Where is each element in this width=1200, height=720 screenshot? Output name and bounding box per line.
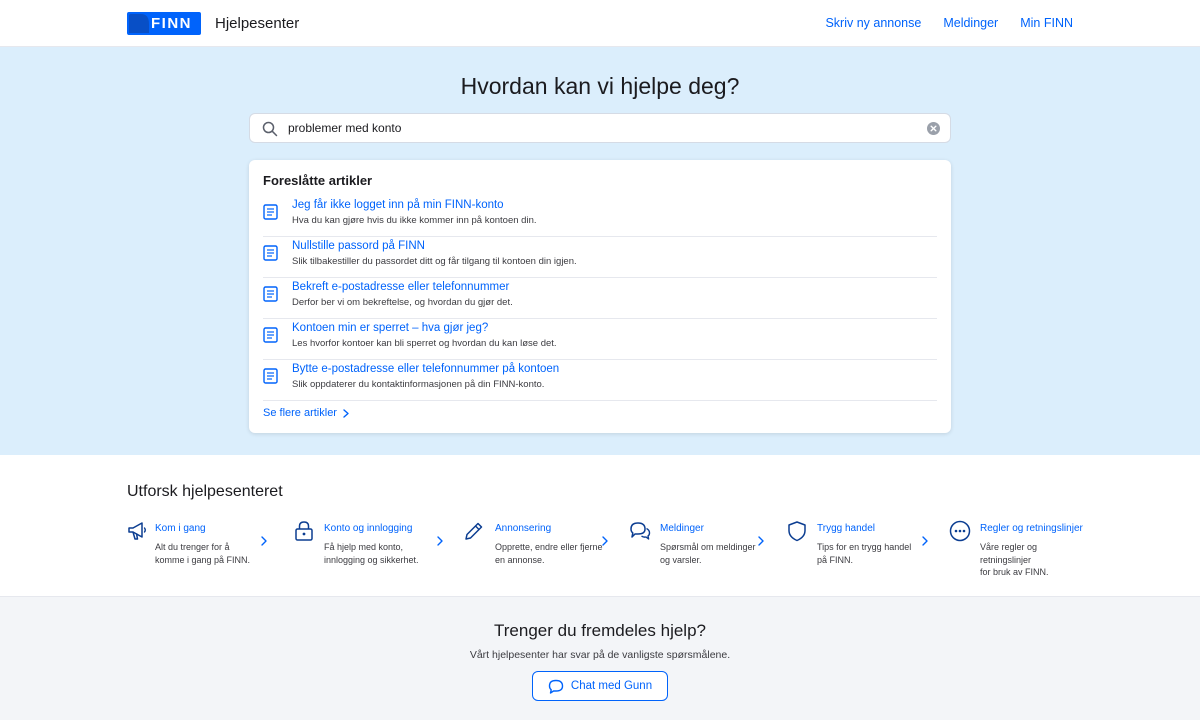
article-desc: Les hvorfor kontoer kan bli sperret og h…: [292, 338, 557, 349]
article-item[interactable]: Bytte e-postadresse eller telefonnummer …: [263, 360, 937, 401]
category-desc: Tips for en trygg handel på FINN.: [817, 542, 912, 565]
chevron-right-icon: [758, 536, 764, 546]
top-header: FINN Hjelpesenter Skriv ny annonse Meldi…: [0, 0, 1200, 47]
nav-new-ad[interactable]: Skriv ny annonse: [825, 16, 921, 30]
hero-title: Hvordan kan vi hjelpe deg?: [460, 73, 740, 99]
lock-icon: [295, 521, 313, 541]
category-rules[interactable]: Regler og retningslinjer Våre regler og …: [949, 518, 1087, 578]
site-title: Hjelpesenter: [215, 15, 300, 32]
category-safe-trade[interactable]: Trygg handel Tips for en trygg handel på…: [786, 518, 936, 578]
article-desc: Slik oppdaterer du kontaktinformasjonen …: [292, 379, 545, 390]
chevron-right-icon: [922, 536, 928, 546]
top-nav: Skriv ny annonse Meldinger Min FINN: [825, 16, 1073, 30]
category-desc: Opprette, endre eller fjerne en annonse.: [495, 542, 603, 565]
category-title: Trygg handel: [817, 523, 875, 534]
still-need-help-section: Trenger du fremdeles hjelp? Vårt hjelpes…: [0, 596, 1200, 720]
article-desc: Derfor ber vi om bekreftelse, og hvordan…: [292, 297, 513, 308]
nav-messages[interactable]: Meldinger: [943, 16, 998, 30]
article-item[interactable]: Bekreft e-postadresse eller telefonnumme…: [263, 278, 937, 319]
see-more-label: Se flere artikler: [263, 407, 337, 419]
megaphone-icon: [128, 522, 146, 540]
document-icon: [263, 204, 278, 220]
category-list: Kom i gang Alt du trenger for å komme i …: [127, 518, 1087, 578]
category-title: Meldinger: [660, 523, 704, 534]
explore-title: Utforsk hjelpesenteret: [127, 483, 283, 500]
pencil-icon: [465, 522, 483, 540]
chat-button-label: Chat med Gunn: [570, 680, 653, 692]
category-account-login[interactable]: Konto og innlogging Få hjelp med konto, …: [293, 518, 443, 578]
article-item[interactable]: Kontoen min er sperret – hva gjør jeg? L…: [263, 319, 937, 360]
category-desc: Få hjelp med konto, innlogging og sikker…: [324, 542, 419, 565]
article-title[interactable]: Jeg får ikke logget inn på min FINN-kont…: [292, 199, 504, 211]
article-title[interactable]: Bytte e-postadresse eller telefonnummer …: [292, 363, 559, 375]
category-title: Regler og retningslinjer: [980, 523, 1083, 534]
finn-logo[interactable]: FINN: [127, 12, 201, 35]
nav-my-finn[interactable]: Min FINN: [1020, 16, 1073, 30]
document-icon: [263, 368, 278, 384]
search-input[interactable]: [288, 114, 908, 142]
search-box: [249, 113, 951, 143]
article-title[interactable]: Bekreft e-postadresse eller telefonnumme…: [292, 281, 509, 293]
article-item[interactable]: Nullstille passord på FINN Slik tilbakes…: [263, 237, 937, 278]
document-icon: [263, 327, 278, 343]
chevron-right-icon: [261, 536, 267, 546]
article-desc: Slik tilbakestiller du passordet ditt og…: [292, 256, 577, 267]
category-get-started[interactable]: Kom i gang Alt du trenger for å komme i …: [127, 518, 272, 578]
category-desc: Våre regler og retningslinjer for bruk a…: [980, 542, 1049, 577]
category-title: Kom i gang: [155, 523, 206, 534]
category-title: Annonsering: [495, 523, 552, 534]
category-messages[interactable]: Meldinger Spørsmål om meldinger og varsl…: [629, 518, 774, 578]
category-title: Konto og innlogging: [324, 523, 413, 534]
document-icon: [263, 286, 278, 302]
article-list: Jeg får ikke logget inn på min FINN-kont…: [263, 196, 937, 401]
article-title[interactable]: Nullstille passord på FINN: [292, 240, 425, 252]
chat-button[interactable]: Chat med Gunn: [532, 671, 668, 701]
category-desc: Alt du trenger for å komme i gang på FIN…: [155, 542, 251, 565]
hero-section: Hvordan kan vi hjelpe deg? Foreslåtte ar…: [0, 47, 1200, 455]
document-icon: [263, 245, 278, 261]
chat-icon: [548, 679, 564, 694]
chat-bubbles-icon: [630, 522, 651, 540]
category-advertising[interactable]: Annonsering Opprette, endre eller fjerne…: [463, 518, 613, 578]
clear-search-icon[interactable]: [927, 122, 940, 135]
article-desc: Hva du kan gjøre hvis du ikke kommer inn…: [292, 215, 537, 226]
chevron-right-icon: [343, 408, 349, 418]
suggested-articles-title: Foreslåtte artikler: [263, 173, 373, 188]
see-more-articles-link[interactable]: Se flere artikler: [263, 407, 349, 419]
article-item[interactable]: Jeg får ikke logget inn på min FINN-kont…: [263, 196, 937, 237]
chevron-right-icon: [602, 536, 608, 546]
article-title[interactable]: Kontoen min er sperret – hva gjør jeg?: [292, 322, 488, 334]
search-icon: [262, 121, 278, 137]
category-desc: Spørsmål om meldinger og varsler.: [660, 542, 756, 565]
chevron-right-icon: [437, 536, 443, 546]
help-title: Trenger du fremdeles hjelp?: [494, 621, 706, 640]
shield-icon: [788, 521, 806, 542]
ellipsis-circle-icon: [949, 520, 971, 542]
suggested-articles-panel: Foreslåtte artikler Jeg får ikke logget …: [249, 160, 951, 433]
logo-text: FINN: [151, 15, 192, 32]
help-subtitle: Vårt hjelpesenter har svar på de vanligs…: [469, 649, 731, 661]
